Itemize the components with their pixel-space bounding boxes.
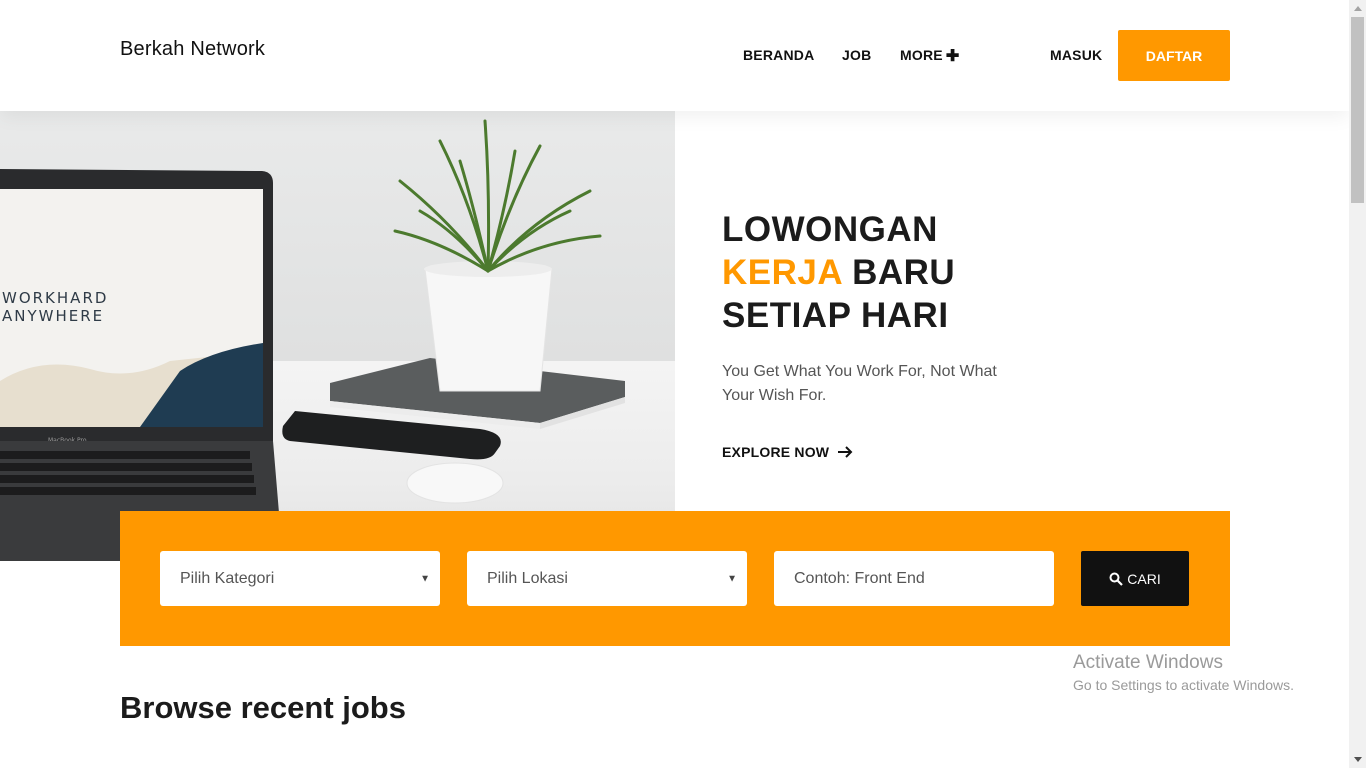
vertical-scrollbar[interactable] [1349,0,1366,768]
site-header: Berkah Network BERANDA JOB MORE ✚ MASUK D… [0,0,1349,111]
browse-section-title: Browse recent jobs [120,690,406,725]
hero-title-accent: KERJA [722,253,842,292]
location-select[interactable]: Pilih Lokasi ▼ [467,551,747,606]
watermark-line2: Go to Settings to activate Windows. [1073,677,1294,693]
laptop-screen-text-2: ANYWHERE [2,307,104,325]
plus-icon: ✚ [945,48,960,65]
arrow-right-icon [838,446,853,458]
chevron-down-icon: ▼ [420,573,430,584]
hero-title-line2-rest: BARU [841,253,956,292]
keyword-input[interactable] [794,569,1034,588]
category-select[interactable]: Pilih Kategori ▼ [160,551,440,606]
hero-subtitle: You Get What You Work For, Not What Your… [722,363,997,404]
scroll-down-arrow-icon[interactable] [1349,751,1366,768]
category-select-value: Pilih Kategori [180,569,275,587]
keyword-field [774,551,1054,606]
hero-title-line3: SETIAP HARI [722,296,949,335]
explore-now-link[interactable]: EXPLORE NOW [722,444,853,460]
watermark-line1: Activate Windows [1073,652,1223,673]
search-button-label: CARI [1127,570,1161,587]
daftar-button[interactable]: DAFTAR [1118,30,1230,81]
search-button[interactable]: CARI [1081,551,1189,606]
nav-job[interactable]: JOB [842,47,871,63]
activate-windows-watermark: Activate Windows Go to Settings to activ… [1073,652,1294,693]
scroll-up-arrow-icon[interactable] [1349,0,1366,17]
hero-title: LOWONGAN KERJA BARU SETIAP HARI [722,208,955,337]
hero-title-line2: KERJA BARU [722,251,955,294]
hero-title-line1: LOWONGAN [722,210,938,249]
chevron-down-icon: ▼ [727,573,737,584]
desk-illustration: WORKHARD ANYWHERE MacBook Pro [0,119,625,561]
nav-beranda[interactable]: BERANDA [743,47,814,63]
plant-pot [424,268,553,392]
scrollbar-thumb[interactable] [1351,17,1364,203]
nav-masuk[interactable]: MASUK [1050,47,1102,63]
plant-leaves [393,119,602,273]
nav-more[interactable]: MORE ✚ [900,47,960,65]
laptop-screen-text-1: WORKHARD [2,289,108,307]
location-select-value: Pilih Lokasi [487,569,568,587]
explore-now-label: EXPLORE NOW [722,444,830,460]
search-icon [1109,572,1124,586]
job-search-bar: Pilih Kategori ▼ Pilih Lokasi ▼ CARI [120,511,1230,646]
brand-logo[interactable]: Berkah Network [120,38,265,61]
nav-more-label: MORE [900,47,943,63]
hero-image: WORKHARD ANYWHERE MacBook Pro [0,111,675,561]
computer-mouse [406,462,504,504]
